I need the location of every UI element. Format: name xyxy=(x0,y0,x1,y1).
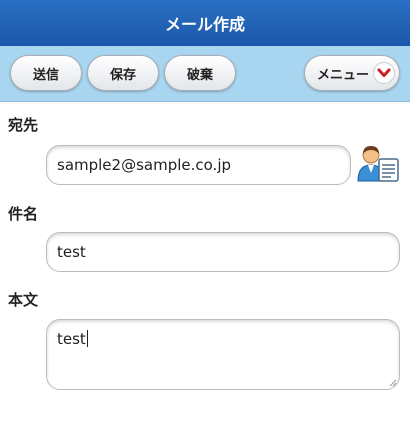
body-textarea-value: test xyxy=(57,330,86,348)
save-button[interactable]: 保存 xyxy=(87,55,159,91)
to-field[interactable]: sample2@sample.co.jp xyxy=(46,145,351,185)
subject-field-value: test xyxy=(57,243,86,261)
to-field-value: sample2@sample.co.jp xyxy=(57,156,232,174)
send-button-label: 送信 xyxy=(32,67,59,83)
app-header: メール作成 xyxy=(0,0,410,46)
subject-label: 件名 xyxy=(8,205,39,223)
resize-handle-icon[interactable] xyxy=(389,379,397,387)
text-cursor xyxy=(86,330,88,347)
save-button-label: 保存 xyxy=(109,67,136,83)
send-button[interactable]: 送信 xyxy=(10,55,82,91)
body-label: 本文 xyxy=(8,291,39,309)
address-book-icon[interactable] xyxy=(357,143,401,183)
body-textarea[interactable]: test xyxy=(46,319,400,390)
discard-button[interactable]: 破棄 xyxy=(164,55,236,91)
chevron-down-icon xyxy=(373,62,395,84)
toolbar: 送信 保存 破棄 メニュー xyxy=(0,46,410,102)
page-title: メール作成 xyxy=(164,15,245,34)
discard-button-label: 破棄 xyxy=(186,67,213,83)
to-label: 宛先 xyxy=(8,116,39,134)
subject-field[interactable]: test xyxy=(46,232,400,272)
menu-button-label: メニュー xyxy=(317,67,370,83)
menu-button[interactable]: メニュー xyxy=(304,55,400,91)
